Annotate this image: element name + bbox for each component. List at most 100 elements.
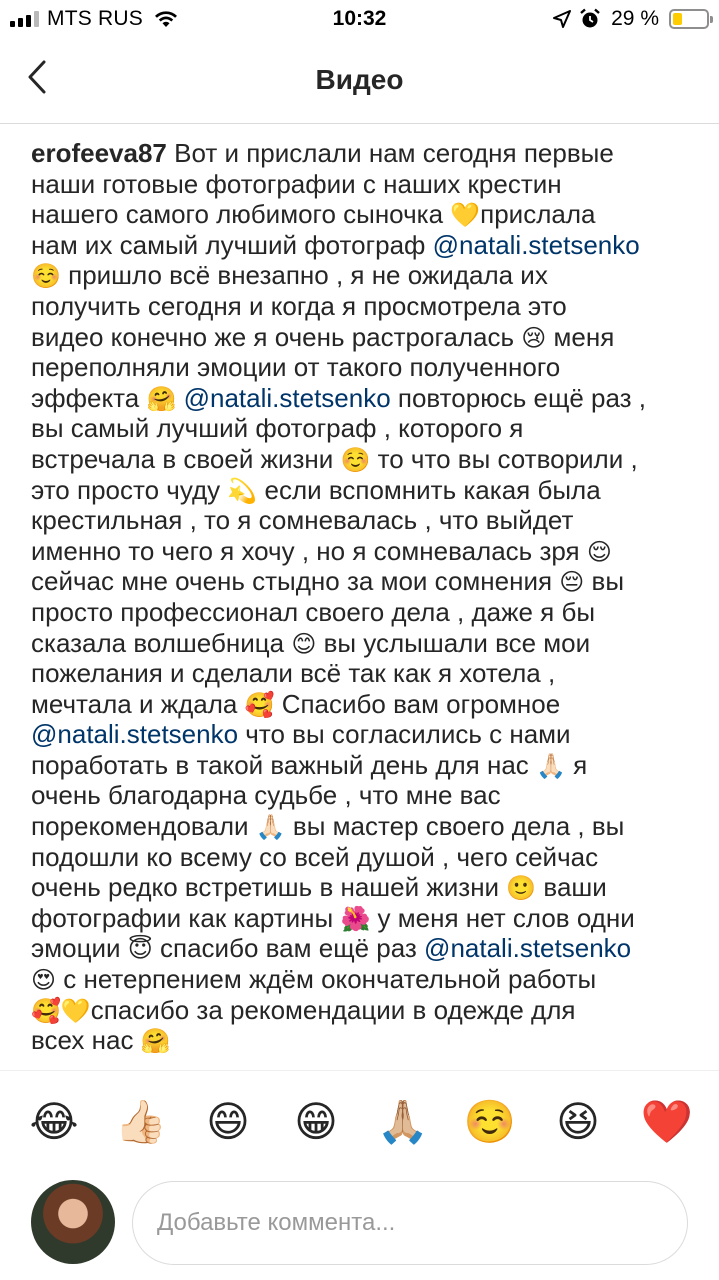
avatar — [31, 1180, 115, 1264]
caption-text: очень редко встретишь в нашей жизни — [31, 872, 507, 903]
caption-text: эмоции — [31, 933, 128, 964]
caption-text: встречала в своей жизни — [31, 443, 341, 474]
nav-header: Видео — [0, 40, 719, 124]
inline-emoji: 😌 — [586, 537, 612, 566]
caption-text: всех нас — [31, 1025, 141, 1056]
inline-emoji: 😊 — [291, 629, 317, 658]
caption-line: именно то чего я хочу , но я сомневалась… — [31, 536, 703, 567]
caption-line: просто профессионал своего дела , даже я… — [31, 597, 703, 628]
caption-text: у меня нет слов одни — [370, 902, 635, 933]
comment-bar — [0, 1172, 719, 1280]
caption-line: фотографии как картины 🌺 у меня нет слов… — [31, 903, 703, 934]
caption-text: пришло всё внезапно , я не ожидала их — [60, 260, 548, 291]
caption-text: вы самый лучший фотограф , которого я — [31, 413, 524, 444]
caption-line: всех нас 🤗 — [31, 1025, 703, 1056]
caption-line: переполняли эмоции от такого полученного — [31, 352, 703, 383]
inline-emoji: 😢 — [521, 323, 547, 352]
caption-username[interactable]: erofeeva87 — [31, 138, 167, 168]
grin-emoji[interactable]: 😁 — [289, 1095, 343, 1149]
quick-emoji-bar: 😂 👍🏻 😄 😁 🙏🏼 ☺️ 😆 ❤️ — [0, 1070, 719, 1172]
caption-text: получить сегодня и когда я просмотрела э… — [31, 290, 567, 321]
caption-line: это просто чуду 💫 если вспомнить какая б… — [31, 475, 703, 506]
caption-text: повторюсь ещё раз , — [390, 382, 647, 413]
mention-link[interactable]: @natali.stetsenko — [31, 719, 238, 749]
mention-link[interactable]: @natali.stetsenko — [433, 230, 640, 260]
caption-line: получить сегодня и когда я просмотрела э… — [31, 291, 703, 322]
inline-emoji: 🤗 — [140, 1027, 171, 1056]
relaxed-emoji[interactable]: ☺️ — [463, 1095, 517, 1149]
inline-emoji: 🙏🏻 — [255, 813, 286, 842]
caption-text: прислала — [480, 199, 596, 230]
caption-line: эффекта 🤗 @natali.stetsenko повторюсь ещ… — [31, 383, 703, 414]
caption-line: крестильная , то я сомневалась , что вый… — [31, 505, 703, 536]
caption-line: нам их самый лучший фотограф @natali.ste… — [31, 230, 703, 261]
caption-line: порекомендовали 🙏🏻 вы мастер своего дела… — [31, 811, 703, 842]
caption-text: пожелания и сделали всё так как я хотела… — [31, 658, 556, 689]
caption-line: очень благодарна судьбе , что мне вас — [31, 780, 703, 811]
caption-line: нашего самого любимого сыночка 💛прислала — [31, 199, 703, 230]
location-arrow-icon — [553, 10, 572, 28]
inline-emoji: ☺️ — [340, 445, 371, 474]
caption-text: поработать в такой важный день для нас — [31, 749, 537, 780]
caption-text: нам их самый лучший фотограф — [31, 229, 433, 260]
caption-text: вы мастер своего дела , вы — [285, 811, 625, 842]
smile-emoji[interactable]: 😄 — [201, 1095, 255, 1149]
caption-text: нашего самого любимого сыночка — [31, 199, 451, 230]
caption-text: меня — [546, 321, 615, 352]
caption-line: поработать в такой важный день для нас 🙏… — [31, 750, 703, 781]
comment-input[interactable] — [132, 1181, 688, 1265]
mention-link[interactable]: @natali.stetsenko — [184, 383, 391, 413]
inline-emoji: 😍 — [31, 966, 57, 995]
inline-emoji: ☺️ — [31, 262, 61, 291]
caption-line: пожелания и сделали всё так как я хотела… — [31, 658, 703, 689]
folded-hands-emoji[interactable]: 🙏🏼 — [376, 1095, 430, 1149]
caption-text: спасибо за рекомендации в одежде для — [90, 994, 576, 1025]
red-heart-emoji[interactable]: ❤️ — [640, 1095, 694, 1149]
caption-text: эффекта — [31, 382, 147, 413]
laughing-emoji[interactable]: 😆 — [551, 1095, 605, 1149]
caption-text — [176, 383, 183, 413]
caption-text: порекомендовали — [31, 811, 256, 842]
caption-text: ваши — [536, 872, 607, 903]
caption-line: наши готовые фотографии с наших крестин — [31, 169, 703, 200]
caption-text: наши готовые фотографии с наших крестин — [31, 168, 562, 199]
inline-emoji: 🥰💛 — [31, 996, 91, 1025]
caption-text: с нетерпением ждём окончательной работы — [56, 964, 597, 995]
caption-text: мечтала и ждала — [31, 688, 245, 719]
inline-emoji: 🤗 — [146, 384, 177, 413]
caption-text: сказала волшебница — [31, 627, 292, 658]
caption-line: вы самый лучший фотограф , которого я — [31, 413, 703, 444]
tears-of-joy-emoji[interactable]: 😂 — [27, 1095, 81, 1149]
caption-text: именно то чего я хочу , но я сомневалась… — [31, 535, 587, 566]
caption-text: вы — [584, 566, 625, 597]
alarm-clock-icon — [580, 8, 600, 28]
caption-text: что вы согласились с нами — [238, 719, 571, 750]
thumbs-up-emoji[interactable]: 👍🏻 — [114, 1095, 168, 1149]
caption-line: 😍 с нетерпением ждём окончательной работ… — [31, 964, 703, 995]
battery-fill — [673, 13, 683, 25]
inline-emoji: 💫 — [227, 476, 258, 505]
status-right: 29 % — [553, 7, 713, 31]
caption-line: 🥰💛спасибо за рекомендации в одежде для — [31, 995, 703, 1026]
caption-text: это просто чуду — [31, 474, 228, 505]
caption-text: сейчас мне очень стыдно за мои сомнения — [31, 566, 560, 597]
mention-link[interactable]: @natali.stetsenko — [424, 933, 631, 963]
inline-emoji: 🥰 — [244, 690, 275, 719]
inline-emoji: 🌺 — [340, 904, 371, 933]
post-caption: erofeeva87 Вот и прислали нам сегодня пе… — [31, 138, 703, 1056]
caption-line: эмоции 😇 спасибо вам ещё раз @natali.ste… — [31, 933, 703, 964]
caption-line: встречала в своей жизни ☺️ то что вы сот… — [31, 444, 703, 475]
inline-emoji: 🙂 — [506, 874, 537, 903]
caption-text: я — [565, 749, 588, 780]
caption-text: видео конечно же я очень растрогалась — [31, 321, 522, 352]
status-bar: MTS RUS 10:32 29 % — [0, 0, 719, 40]
page-title: Видео — [315, 64, 404, 95]
caption-text: спасибо вам ещё раз — [152, 933, 425, 964]
caption-text: если вспомнить какая была — [257, 474, 601, 505]
battery-icon — [669, 9, 713, 29]
battery-percent: 29 % — [611, 7, 659, 30]
caption-line: сейчас мне очень стыдно за мои сомнения … — [31, 566, 703, 597]
caption-line: @natali.stetsenko что вы согласились с н… — [31, 719, 703, 750]
caption-text: Спасибо вам огромное — [274, 688, 561, 719]
inline-emoji: 💛 — [450, 201, 481, 230]
